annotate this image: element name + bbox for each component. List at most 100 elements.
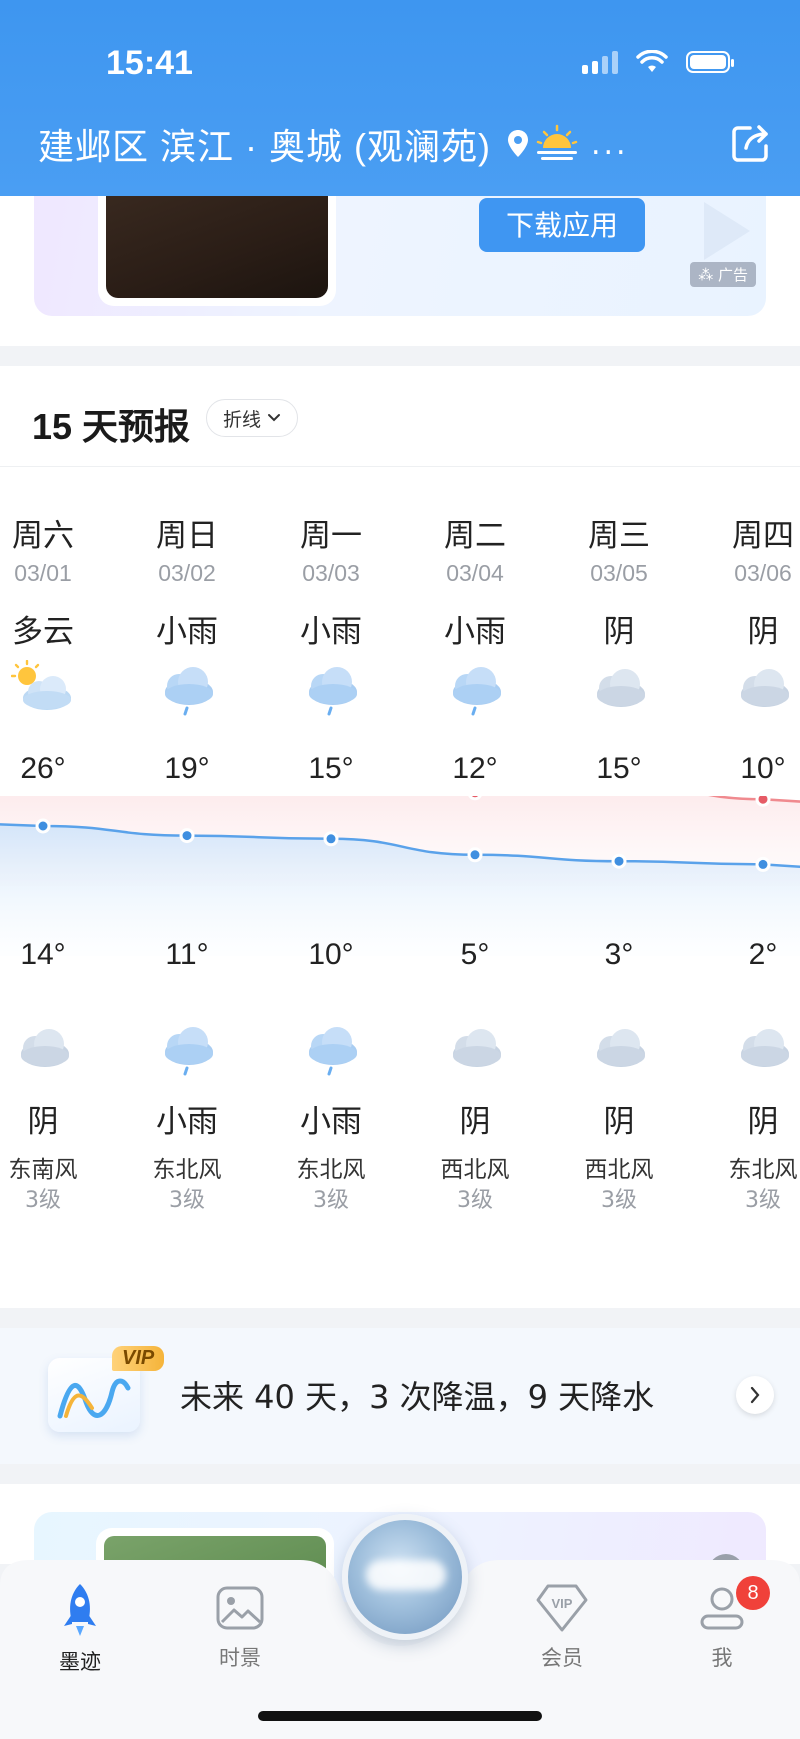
chevron-right-icon[interactable] <box>736 1376 774 1414</box>
forecast-title: 15 天预报 <box>32 406 191 447</box>
weekday-label: 周三 <box>588 518 650 554</box>
low-temp-label: 3° <box>604 938 634 971</box>
ad-tag: ⁂ 广告 <box>690 262 756 287</box>
location-selector[interactable]: 建邺区 滨江 · 奥城 (观澜苑) ... <box>38 118 629 170</box>
vip-banner-text: 未来 40 天，3 次降温，9 天降水 <box>180 1378 655 1416</box>
weekday-label: 周二 <box>444 518 506 554</box>
notification-badge: 8 <box>736 1576 770 1610</box>
high-temp-label: 15° <box>596 752 642 785</box>
low-temp-label: 11° <box>165 938 209 971</box>
high-temp-label: 26° <box>20 752 66 785</box>
wifi-icon <box>636 50 668 72</box>
tab-vip[interactable]: VIP 会员 <box>512 1582 612 1672</box>
day-condition: 阴 <box>603 614 635 650</box>
night-condition: 阴 <box>459 1104 491 1140</box>
tab-label: 我 <box>711 1646 733 1670</box>
wind-level: 3级 <box>601 1188 637 1213</box>
location-pin-icon <box>507 130 528 157</box>
light-rain-icon <box>299 1020 365 1084</box>
low-temp-label: 2° <box>748 938 778 971</box>
date-label: 03/01 <box>14 560 72 586</box>
night-condition: 小雨 <box>156 1104 218 1140</box>
high-temp-point <box>755 796 771 807</box>
temperature-trend-chart <box>0 796 800 956</box>
wind-direction: 东北风 <box>152 1157 222 1183</box>
forecast-15-day-card: 15 天预报 折线 周六 03/01 多云 26° 14° 阴东南风 3级 周日 03/02 小雨… <box>0 366 800 1308</box>
high-temp-label: 15° <box>308 752 354 785</box>
partly-cloudy-icon <box>10 659 77 724</box>
night-condition: 阴 <box>27 1104 59 1140</box>
high-temp-label: 19° <box>164 752 210 785</box>
chevron-down-icon <box>268 414 281 422</box>
status-icons <box>582 50 734 74</box>
day-condition: 多云 <box>12 614 74 650</box>
svg-text:VIP: VIP <box>552 1596 573 1611</box>
day-condition: 小雨 <box>444 614 506 650</box>
low-temp-point <box>611 853 627 869</box>
cloudy-icon <box>11 1020 77 1084</box>
wind-direction: 东北风 <box>728 1157 798 1183</box>
light-rain-icon <box>299 660 365 724</box>
photo-icon <box>216 1586 264 1630</box>
wind-direction: 东北风 <box>296 1157 366 1183</box>
chart-view-dropdown[interactable]: 折线 <box>206 399 299 437</box>
play-icon <box>704 202 750 260</box>
night-condition: 小雨 <box>300 1104 362 1140</box>
ad-banner-top[interactable]: 下载应用 ⁂ 广告 <box>0 176 800 346</box>
low-temp-point <box>467 847 483 863</box>
low-temp-point <box>35 818 51 834</box>
light-rain-icon <box>443 660 509 724</box>
date-label: 03/02 <box>158 560 216 586</box>
tab-label: 墨迹 <box>59 1650 101 1674</box>
sky-camera-button[interactable] <box>342 1514 468 1640</box>
ad-tag-label: 广告 <box>717 266 748 284</box>
download-app-button[interactable]: 下载应用 <box>479 198 645 252</box>
share-icon[interactable] <box>728 122 772 166</box>
vip-40-day-banner[interactable]: VIP 未来 40 天，3 次降温，9 天降水 <box>0 1328 800 1464</box>
chart-view-label: 折线 <box>223 408 262 431</box>
vip-badge: VIP <box>112 1346 165 1371</box>
low-temp-label: 5° <box>460 938 490 971</box>
cellular-signal-icon <box>582 50 618 74</box>
tab-label: 时景 <box>219 1646 261 1670</box>
night-condition: 阴 <box>603 1104 635 1140</box>
weekday-label: 周四 <box>732 518 794 554</box>
home-indicator <box>258 1711 542 1721</box>
header-bar: 15:41 建邺区 滨江 · 奥城 (观澜苑) ... <box>0 0 800 196</box>
weekday-label: 周一 <box>300 518 362 554</box>
tab-shijing[interactable]: 时景 <box>190 1582 290 1672</box>
weekday-label: 周六 <box>12 518 74 554</box>
light-rain-icon <box>155 1020 221 1084</box>
wind-level: 3级 <box>25 1188 61 1213</box>
wind-level: 3级 <box>169 1188 205 1213</box>
low-temp-point <box>323 831 339 847</box>
ad-banner-content[interactable]: 下载应用 ⁂ 广告 <box>34 176 766 316</box>
divider <box>0 466 800 467</box>
wind-level: 3级 <box>313 1188 349 1213</box>
wind-level: 3级 <box>745 1188 781 1213</box>
cloudy-icon <box>731 1020 797 1084</box>
cloudy-icon <box>731 660 797 724</box>
battery-icon <box>686 51 734 73</box>
date-label: 03/04 <box>446 560 504 586</box>
tab-label: 会员 <box>541 1646 583 1670</box>
low-temp-point <box>179 828 195 844</box>
cloudy-icon <box>587 1020 653 1084</box>
high-temp-point <box>468 796 482 801</box>
date-label: 03/05 <box>590 560 648 586</box>
rocket-icon <box>64 1584 96 1636</box>
low-temp-label: 14° <box>20 938 66 971</box>
day-condition: 小雨 <box>156 614 218 650</box>
high-temp-label: 10° <box>740 752 786 785</box>
more-locations-indicator: ... <box>590 126 629 162</box>
low-temp-point <box>755 856 771 872</box>
day-condition: 小雨 <box>300 614 362 650</box>
sunrise-icon <box>536 124 578 160</box>
tab-moji[interactable]: 墨迹 <box>30 1582 130 1676</box>
day-condition: 阴 <box>747 614 779 650</box>
date-label: 03/03 <box>302 560 360 586</box>
location-title: 建邺区 滨江 · 奥城 (观澜苑) <box>38 126 491 167</box>
status-time: 15:41 <box>106 44 193 82</box>
date-label: 03/06 <box>734 560 792 586</box>
low-temp-label: 10° <box>308 938 354 971</box>
